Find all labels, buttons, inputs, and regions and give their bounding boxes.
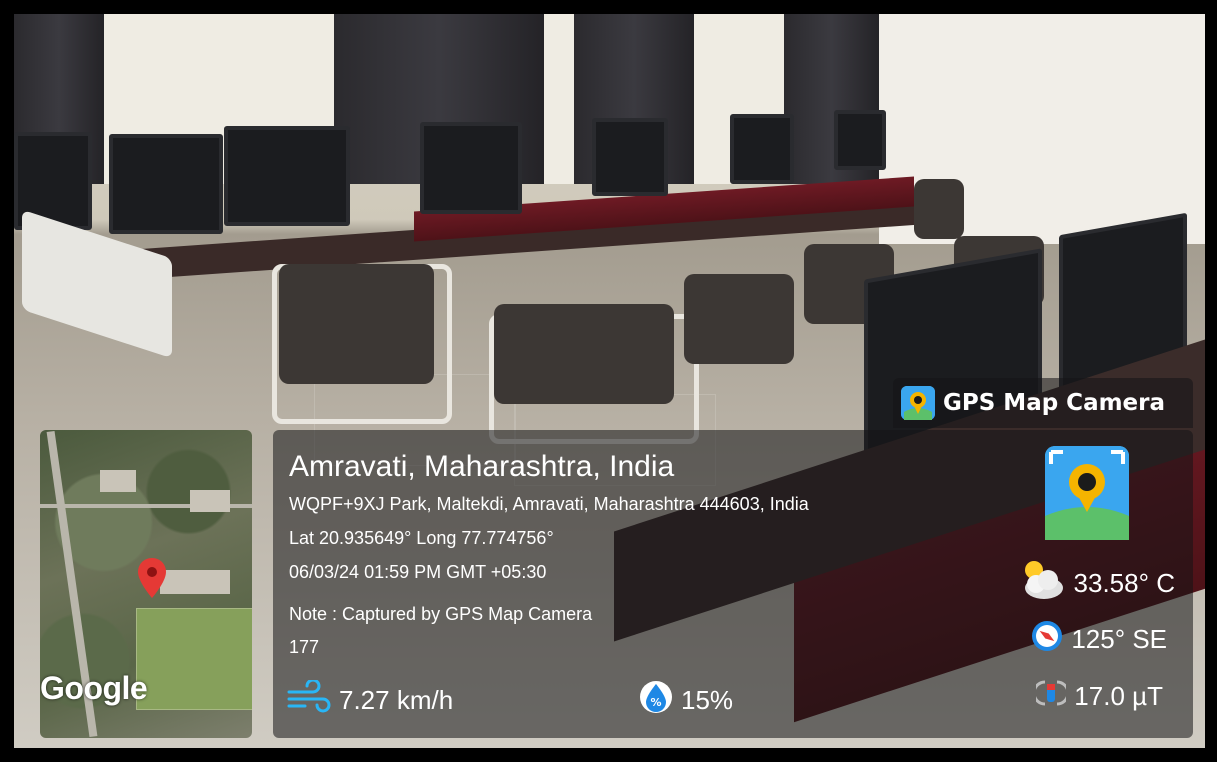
magnetic-value: 17.0 µT	[1074, 681, 1163, 711]
chair	[914, 179, 964, 239]
lat-long: Lat 20.935649° Long 77.774756°	[289, 528, 554, 548]
compass-value: 125° SE	[1071, 624, 1167, 654]
map-pin-icon	[138, 558, 166, 598]
address-line: WQPF+9XJ Park, Maltekdi, Amravati, Mahar…	[289, 494, 809, 514]
monitor	[420, 122, 522, 214]
photo-frame: GPS Map Camera Google Amravati, Maharash…	[0, 0, 1217, 762]
google-logo: Google	[40, 670, 148, 706]
wind-icon	[287, 678, 331, 721]
wall-segment	[544, 14, 574, 184]
gps-map-camera-icon	[901, 386, 935, 420]
map-building	[160, 570, 230, 594]
monitor	[730, 114, 794, 184]
map-building	[100, 470, 136, 492]
compass-icon	[1031, 620, 1063, 659]
gps-map-camera-app-icon[interactable]	[1045, 446, 1129, 540]
svg-text:%: %	[650, 696, 661, 709]
magnetic-metric: 17.0 µT	[1032, 678, 1163, 715]
map-building	[190, 490, 230, 512]
badge-label: GPS Map Camera	[943, 390, 1166, 416]
date-time: 06/03/24 01:59 PM GMT +05:30	[289, 562, 547, 582]
temperature-metric: 33.58° C	[1016, 558, 1175, 609]
note-line: Note : Captured by GPS Map Camera	[289, 604, 593, 624]
humidity-value: 15%	[681, 685, 734, 715]
monitor	[834, 110, 886, 170]
wind-value: 7.27 km/h	[339, 685, 454, 715]
satellite-map-thumbnail[interactable]: Google	[40, 430, 252, 738]
compass-metric: 125° SE	[1031, 620, 1167, 659]
wind-metric: 7.27 km/h	[287, 678, 454, 721]
chair	[684, 274, 794, 364]
chair	[494, 304, 674, 404]
monitor	[592, 118, 668, 196]
humidity-metric: % 15%	[639, 680, 733, 721]
chair	[279, 264, 434, 384]
partly-cloudy-icon	[1016, 558, 1066, 609]
temperature-value: 33.58° C	[1073, 568, 1175, 598]
map-field	[136, 608, 252, 710]
monitor	[109, 134, 223, 234]
monitor	[224, 126, 350, 226]
extra-number: 177	[289, 637, 320, 657]
gps-map-camera-badge: GPS Map Camera	[893, 378, 1193, 428]
humidity-icon: %	[639, 680, 673, 721]
city-title: Amravati, Maharashtra, India	[289, 450, 675, 483]
magnet-icon	[1032, 678, 1070, 715]
